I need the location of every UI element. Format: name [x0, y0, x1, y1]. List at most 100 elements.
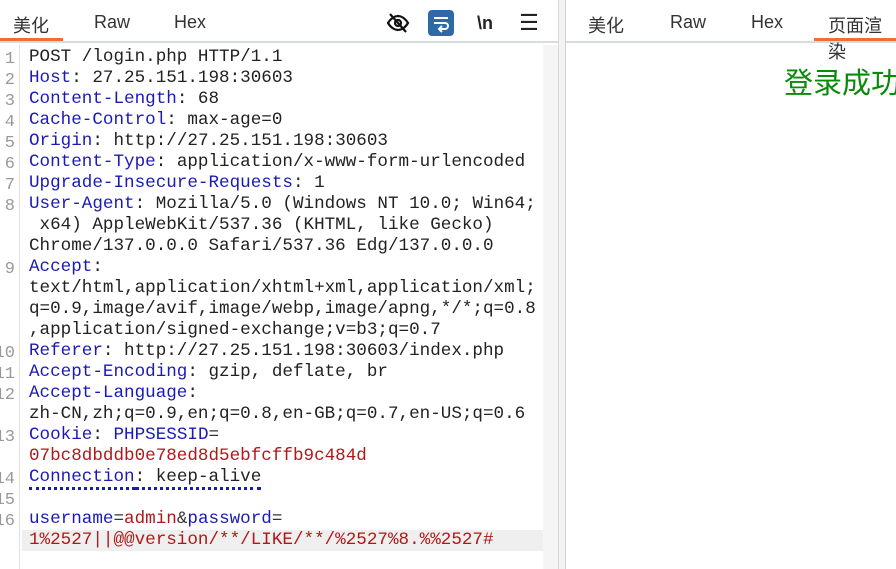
line-number: 13	[0, 428, 15, 447]
line-number: 4	[4, 113, 15, 132]
token: Origin	[29, 131, 93, 151]
line-number: 10	[0, 344, 15, 363]
tab-pretty[interactable]: 美化	[588, 12, 624, 38]
tab-raw[interactable]: Raw	[670, 12, 706, 33]
line-number: 1	[4, 50, 15, 69]
token: Accept-Language	[29, 383, 188, 403]
request-panel: 美化 Raw Hex \n ☰ 12345678910111213141516 …	[0, 0, 558, 569]
token: User-Agent	[29, 194, 135, 214]
line-number-gutter: 12345678910111213141516	[0, 45, 20, 569]
token: : gzip, deflate, br	[187, 362, 388, 382]
editor-line: 1%2527||@@version/**/LIKE/**/%2527%8.%%2…	[22, 530, 543, 551]
token: text/html,application/xhtml+xml,applicat…	[29, 278, 536, 298]
editor-line: q=0.9,image/avif,image/webp,image/apng,*…	[29, 299, 536, 320]
token: x64) AppleWebKit/537.36 (KHTML, like Gec…	[29, 215, 494, 235]
token: &	[176, 509, 188, 529]
line-number: 5	[4, 134, 15, 153]
pane-divider[interactable]	[558, 0, 565, 569]
token: Accept	[29, 257, 93, 277]
eye-off-icon[interactable]	[385, 10, 411, 36]
token: :	[92, 257, 103, 277]
editor-line: Connection: keep-alive	[29, 467, 262, 490]
editor-line: Cache-Control: max-age=0	[29, 110, 282, 131]
token: PHPSESSID	[113, 425, 209, 445]
token: =	[113, 509, 125, 529]
line-number: 15	[0, 491, 15, 510]
line-number: 7	[4, 176, 15, 195]
editor-line: Chrome/137.0.0.0 Safari/537.36 Edg/137.0…	[29, 236, 494, 257]
token: 07bc8dbddb0e78ed8d5ebfcffb9c484d	[29, 446, 367, 466]
token: :	[92, 425, 114, 445]
token: username	[29, 509, 114, 529]
token: : http://27.25.151.198:30603	[92, 131, 388, 151]
line-number: 3	[4, 92, 15, 111]
token: Upgrade-Insecure-Requests	[29, 173, 293, 193]
token: Accept-Encoding	[29, 362, 188, 382]
line-number: 8	[4, 197, 15, 216]
token: ,application/signed-exchange;v=b3;q=0.7	[29, 320, 441, 340]
token: Referer	[29, 341, 103, 361]
editor-line: Host: 27.25.151.198:30603	[29, 68, 293, 89]
vertical-scrollbar[interactable]	[543, 45, 558, 569]
tab-hex[interactable]: Hex	[751, 12, 783, 33]
token: Host	[29, 68, 72, 88]
token: Chrome/137.0.0.0 Safari/537.36 Edg/137.0…	[29, 236, 494, 256]
line-number: 9	[4, 260, 15, 279]
request-tab-bar: 美化 Raw Hex \n ☰	[0, 0, 558, 43]
request-editor[interactable]: 12345678910111213141516 POST /login.php …	[0, 45, 543, 569]
tab-pretty[interactable]: 美化	[0, 12, 63, 41]
token: Connection	[29, 467, 135, 490]
menu-icon[interactable]: ☰	[516, 10, 542, 36]
token: : keep-alive	[134, 467, 262, 490]
editor-line: Cookie: PHPSESSID=	[29, 425, 219, 446]
token: =	[271, 509, 283, 529]
token: :	[187, 383, 198, 403]
editor-line: Content-Length: 68	[29, 89, 219, 110]
editor-line: Accept-Language:	[29, 383, 198, 404]
response-tab-bar: 美化 Raw Hex 页面渲染	[566, 0, 896, 62]
response-panel: 美化 Raw Hex 页面渲染 登录成功	[565, 0, 896, 569]
token: Content-Length	[29, 89, 177, 109]
line-number: 16	[0, 512, 15, 531]
newline-icon[interactable]: \n	[472, 10, 498, 36]
token: : Mozilla/5.0 (Windows NT 10.0; Win64;	[134, 194, 536, 214]
token: : application/x-www-form-urlencoded	[155, 152, 526, 172]
token: Cookie	[29, 425, 93, 445]
line-number: 6	[4, 155, 15, 174]
token: POST /login.php HTTP/1.1	[29, 47, 283, 67]
token: q=0.9,image/avif,image/webp,image/apng,*…	[29, 299, 536, 319]
tab-raw[interactable]: Raw	[94, 12, 130, 33]
token: : max-age=0	[166, 110, 283, 130]
token: password	[187, 509, 272, 529]
editor-line: POST /login.php HTTP/1.1	[29, 47, 282, 68]
editor-line: User-Agent: Mozilla/5.0 (Windows NT 10.0…	[29, 194, 536, 215]
editor-line: Content-Type: application/x-www-form-url…	[29, 152, 525, 173]
editor-line: zh-CN,zh;q=0.9,en;q=0.8,en-GB;q=0.7,en-U…	[29, 404, 525, 425]
editor-line: x64) AppleWebKit/537.36 (KHTML, like Gec…	[29, 215, 494, 236]
token: 1%2527||@@version/**/LIKE/**/%2527%8.%%2…	[29, 530, 494, 550]
token: Cache-Control	[29, 110, 167, 130]
editor-line: Origin: http://27.25.151.198:30603	[29, 131, 388, 152]
wrap-icon[interactable]	[428, 10, 454, 36]
token: =	[208, 425, 220, 445]
tab-render[interactable]: 页面渲染	[814, 12, 896, 64]
token: admin	[124, 509, 177, 529]
editor-line: text/html,application/xhtml+xml,applicat…	[29, 278, 536, 299]
token: : 27.25.151.198:30603	[71, 68, 293, 88]
editor-line: Accept-Encoding: gzip, deflate, br	[29, 362, 388, 383]
editor-line: username=admin&password=	[29, 509, 282, 530]
token: : 68	[176, 89, 220, 109]
token: Content-Type	[29, 152, 156, 172]
line-number: 11	[0, 365, 15, 384]
line-number: 14	[0, 470, 15, 489]
line-number: 2	[4, 71, 15, 90]
rendered-page-text: 登录成功	[784, 68, 896, 100]
line-number: 12	[0, 386, 15, 405]
token: : 1	[292, 173, 325, 193]
editor-line: Accept:	[29, 257, 103, 278]
editor-line: Referer: http://27.25.151.198:30603/inde…	[29, 341, 504, 362]
token: zh-CN,zh;q=0.9,en;q=0.8,en-GB;q=0.7,en-U…	[29, 404, 526, 424]
tab-hex[interactable]: Hex	[174, 12, 206, 33]
editor-line: ,application/signed-exchange;v=b3;q=0.7	[29, 320, 441, 341]
token: : http://27.25.151.198:30603/index.php	[102, 341, 505, 361]
